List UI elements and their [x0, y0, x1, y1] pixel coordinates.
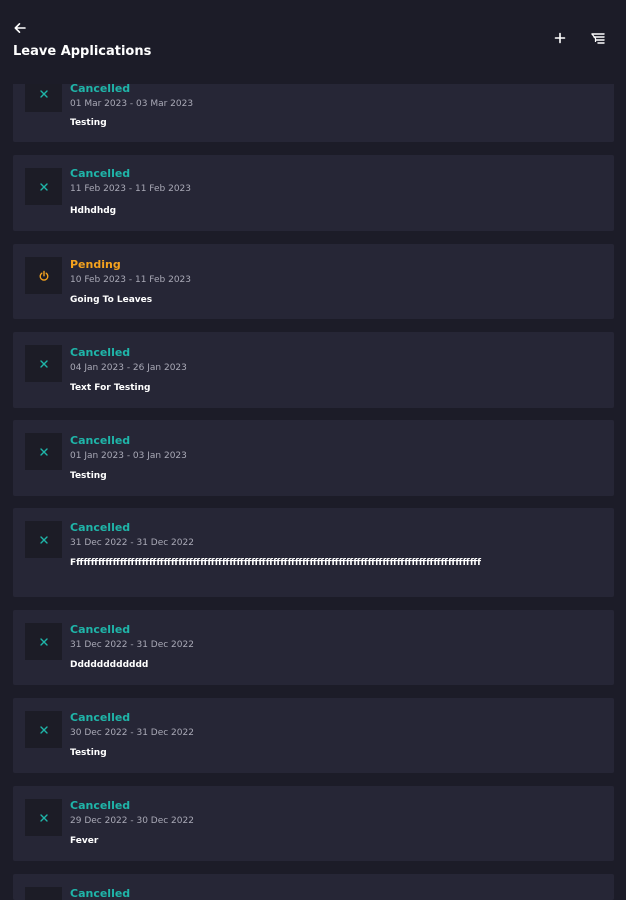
status-icon-box: [25, 521, 62, 558]
date-range: 10 Feb 2023 - 11 Feb 2023: [70, 275, 191, 285]
leave-reason: Testing: [70, 118, 107, 128]
status-icon-box: [25, 799, 62, 836]
status-icon-box: [25, 433, 62, 470]
status-icon-box: [25, 168, 62, 205]
cancel-x-icon: [39, 447, 48, 456]
leave-application-list[interactable]: Cancelled 01 Mar 2023 - 03 Mar 2023 Test…: [0, 0, 626, 900]
date-range: 01 Mar 2023 - 03 Mar 2023: [70, 99, 194, 109]
leave-application-card[interactable]: Cancelled 04 Jan 2023 - 26 Jan 2023 Text…: [13, 332, 614, 408]
leave-reason: Ffffffffffffffffffffffffffffffffffffffff…: [70, 558, 482, 568]
arrow-left-icon: [14, 23, 26, 33]
leave-reason: Going To Leaves: [70, 295, 153, 305]
leave-application-card[interactable]: Cancelled: [13, 874, 614, 900]
status-icon-box: [25, 711, 62, 748]
leave-application-card[interactable]: Cancelled 30 Dec 2022 - 31 Dec 2022 Test…: [13, 698, 614, 773]
power-pending-icon: [39, 270, 48, 281]
status-label: Cancelled: [70, 711, 131, 724]
cancel-x-icon: [39, 182, 48, 191]
status-label: Cancelled: [70, 887, 131, 900]
leave-reason: Testing: [70, 748, 107, 758]
status-icon-box: [25, 887, 62, 900]
cancel-x-icon: [39, 359, 48, 368]
date-range: 31 Dec 2022 - 31 Dec 2022: [70, 538, 194, 548]
status-label: Cancelled: [70, 799, 131, 812]
leave-application-card[interactable]: Pending 10 Feb 2023 - 11 Feb 2023 Going …: [13, 244, 614, 319]
status-label: Cancelled: [70, 521, 131, 534]
add-leave-button[interactable]: [548, 26, 572, 50]
app-header: Leave Applications: [0, 0, 626, 84]
status-label: Cancelled: [70, 346, 131, 359]
leave-application-card[interactable]: Cancelled 31 Dec 2022 - 31 Dec 2022 Dddd…: [13, 610, 614, 685]
date-range: 11 Feb 2023 - 11 Feb 2023: [70, 184, 191, 194]
status-icon-box: [25, 623, 62, 660]
cancel-x-icon: [39, 725, 48, 734]
leave-reason: Testing: [70, 471, 107, 481]
cancel-x-icon: [39, 89, 48, 98]
date-range: 01 Jan 2023 - 03 Jan 2023: [70, 451, 187, 461]
app-root: Cancelled 01 Mar 2023 - 03 Mar 2023 Test…: [0, 0, 626, 900]
leave-reason: Fever: [70, 836, 99, 846]
page-title: Leave Applications: [13, 44, 152, 59]
back-button[interactable]: [8, 16, 32, 40]
filter-button[interactable]: [586, 26, 610, 50]
leave-application-card[interactable]: Cancelled 11 Feb 2023 - 11 Feb 2023 Hdhd…: [13, 155, 614, 231]
date-range: 31 Dec 2022 - 31 Dec 2022: [70, 640, 194, 650]
leave-reason: Hdhdhdg: [70, 206, 117, 216]
filter-list-icon: [591, 33, 605, 44]
status-label: Cancelled: [70, 167, 131, 180]
plus-icon: [554, 32, 566, 44]
status-icon-box: [25, 345, 62, 382]
status-label: Cancelled: [70, 434, 131, 447]
leave-application-card[interactable]: Cancelled 29 Dec 2022 - 30 Dec 2022 Feve…: [13, 786, 614, 861]
leave-application-card[interactable]: Cancelled 31 Dec 2022 - 31 Dec 2022 Ffff…: [13, 508, 614, 597]
cancel-x-icon: [39, 535, 48, 544]
status-label: Pending: [70, 258, 121, 271]
leave-application-card[interactable]: Cancelled 01 Jan 2023 - 03 Jan 2023 Test…: [13, 420, 614, 496]
status-label: Cancelled: [70, 623, 131, 636]
date-range: 29 Dec 2022 - 30 Dec 2022: [70, 816, 194, 826]
cancel-x-icon: [39, 637, 48, 646]
leave-reason: Dddddddddddd: [70, 660, 149, 670]
date-range: 30 Dec 2022 - 31 Dec 2022: [70, 728, 194, 738]
status-icon-box: [25, 257, 62, 294]
leave-reason: Text For Testing: [70, 383, 151, 393]
cancel-x-icon: [39, 813, 48, 822]
date-range: 04 Jan 2023 - 26 Jan 2023: [70, 363, 187, 373]
